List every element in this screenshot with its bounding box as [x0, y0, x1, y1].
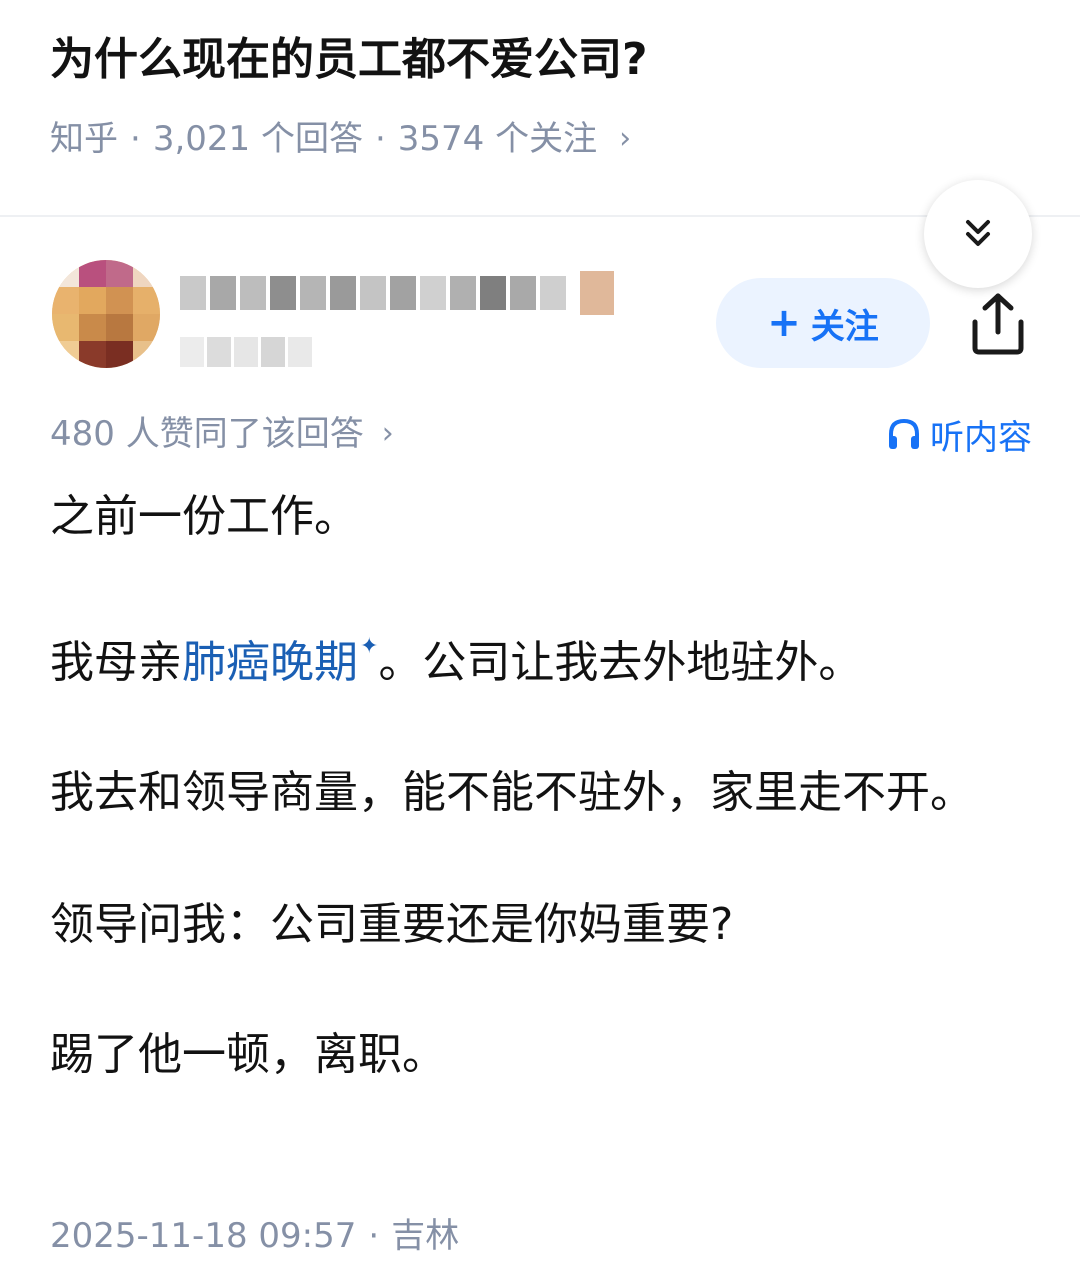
- listen-button[interactable]: 听内容: [886, 406, 1032, 462]
- answer-location: 吉林: [391, 1216, 460, 1256]
- answer-paragraph: 之前一份工作。: [50, 491, 358, 542]
- avatar[interactable]: [52, 260, 160, 368]
- headphones-icon: [889, 418, 919, 449]
- author-name-blurred[interactable]: [180, 266, 618, 320]
- paragraph-text: 我母亲: [50, 637, 182, 688]
- follow-button[interactable]: + 关注: [716, 278, 930, 368]
- share-button[interactable]: [958, 284, 1038, 364]
- plus-icon: +: [767, 300, 801, 346]
- answer-paragraph: 领导问我：公司重要还是你妈重要?: [50, 899, 734, 950]
- answer-paragraph: 我去和领导商量，能不能不驻外，家里走不开。: [50, 767, 974, 818]
- paragraph-text: 。公司让我去外地驻外。: [378, 637, 863, 688]
- question-title[interactable]: 为什么现在的员工都不爱公司?: [50, 28, 648, 92]
- share-icon: [972, 293, 1024, 355]
- question-header: 为什么现在的员工都不爱公司? 知乎 · 3,021 个回答 · 3574 个关注…: [0, 0, 1080, 216]
- author-row: + 关注: [0, 240, 1080, 390]
- answer-timestamp: 2025-11-18 09:57: [50, 1216, 357, 1256]
- answer-paragraph: 踢了他一顿，离职。: [50, 1029, 446, 1080]
- meta-separator: ·: [130, 119, 141, 159]
- question-meta[interactable]: 知乎 · 3,021 个回答 · 3574 个关注 ›: [50, 112, 631, 166]
- author-headline-blurred: [180, 332, 315, 372]
- vote-count[interactable]: 480 人赞同了该回答 ›: [50, 406, 394, 462]
- listen-label: 听内容: [930, 417, 1032, 458]
- source-label: 知乎: [50, 119, 118, 159]
- answer-footer-meta: 2025-11-18 09:57 · 吉林: [50, 1208, 459, 1264]
- keyword-link[interactable]: 肺癌晚期: [182, 637, 358, 688]
- chevron-right-icon: ›: [619, 121, 632, 156]
- vote-row: 480 人赞同了该回答 › 听内容: [0, 406, 1080, 462]
- meta-separator: ·: [368, 1216, 380, 1256]
- answer-paragraph: 我母亲肺癌晚期✦。公司让我去外地驻外。: [50, 614, 1040, 696]
- follow-label: 关注: [810, 306, 879, 347]
- followers-count: 3574 个关注: [397, 119, 598, 159]
- sparkle-icon: ✦: [360, 634, 379, 659]
- meta-separator: ·: [374, 119, 386, 159]
- answer-content: 之前一份工作。 我母亲肺癌晚期✦。公司让我去外地驻外。 我去和领导商量，能不能不…: [50, 484, 1040, 1152]
- chevron-right-icon: ›: [381, 416, 394, 451]
- header-divider: [0, 215, 1080, 217]
- vote-count-text: 480 人赞同了该回答: [50, 414, 364, 454]
- answers-count: 3,021 个回答: [152, 119, 363, 159]
